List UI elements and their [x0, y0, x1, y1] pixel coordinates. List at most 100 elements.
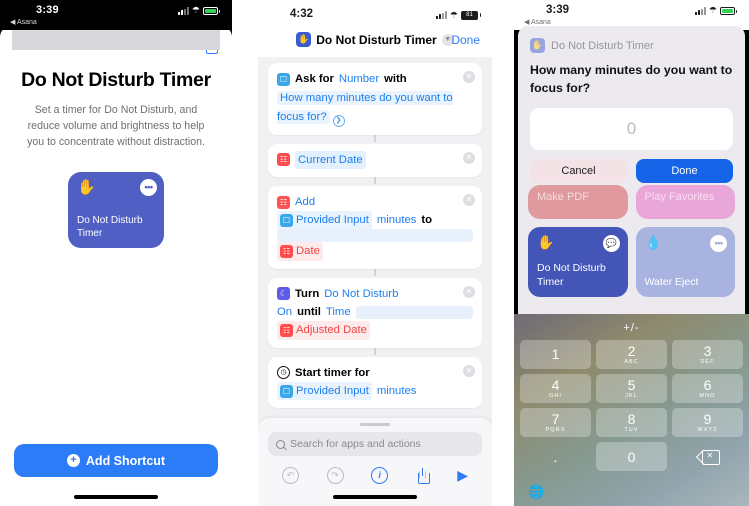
ask-input-icon: ☐ — [280, 213, 293, 227]
key-delete[interactable]: ✕ — [672, 442, 743, 471]
variable-label: Adjusted Date — [296, 324, 367, 337]
editor-title: Do Not Disturb Timer — [316, 32, 437, 47]
key-4[interactable]: 4 GHI — [520, 374, 591, 403]
key-5[interactable]: 5 JKL — [596, 374, 667, 403]
variable-adjusted-date[interactable]: ☷ Adjusted Date — [277, 321, 370, 340]
action-card-turn-do-not-disturb[interactable]: ✕ ☾ Turn Do Not Disturb On until Time ☷ … — [268, 277, 482, 348]
clock-icon: ◷ — [277, 366, 290, 380]
chevron-right-circle-icon[interactable]: ❯ — [332, 114, 345, 127]
key-7[interactable]: 7 PQRS — [520, 408, 591, 437]
key-decimal[interactable]: . — [520, 442, 591, 471]
ask-question-text: How many minutes do you want to focus fo… — [530, 63, 733, 95]
status-time: 3:39 — [546, 4, 570, 16]
shortcut-tile-label: Play Favorites — [644, 191, 715, 204]
action-keyword-add: Add — [295, 195, 316, 208]
variable-provided-input[interactable]: ☐ Provided Input — [277, 211, 372, 230]
action-connector — [374, 176, 376, 184]
numeric-keypad: +/- 1 2 ABC 3 DEF 4 GHI 5 JKL 6 MNO 7 PQ… — [514, 314, 749, 506]
remove-action-icon[interactable]: ✕ — [463, 285, 475, 298]
search-input[interactable]: Search for apps and actions — [268, 432, 482, 456]
sheet-grabber[interactable] — [360, 422, 390, 426]
action-card-start-timer[interactable]: ✕ ◷ Start timer for ☐ Provided Input min… — [268, 356, 482, 409]
key-0[interactable]: 0 — [596, 442, 667, 471]
variable-provided-input[interactable]: ☐ Provided Input — [277, 381, 372, 401]
share-icon[interactable] — [416, 467, 430, 484]
key-number: 6 — [703, 377, 712, 393]
shortcut-tile-play-favorites[interactable]: Play Favorites — [635, 185, 735, 220]
undo-button[interactable]: ↶ — [282, 467, 299, 484]
key-9[interactable]: 9 WXYZ — [672, 408, 743, 437]
status-bar: 3:39 ◀ Asana ☂ — [0, 0, 232, 30]
done-button[interactable]: Done — [451, 33, 480, 47]
wifi-icon: ☂ — [708, 5, 717, 15]
action-line-3: ☷ Adjusted Date — [277, 321, 473, 340]
key-letters: DEF — [700, 359, 715, 365]
status-back-app: ◀ Asana — [524, 19, 551, 26]
plus-minus-toggle[interactable]: +/- — [520, 317, 743, 340]
action-token-minutes[interactable]: minutes — [377, 211, 417, 229]
hand-raised-icon: ✋ — [530, 38, 545, 53]
shortcut-tile-water-eject[interactable]: 💧 ••• Water Eject — [635, 227, 735, 298]
action-token-minutes[interactable]: minutes — [377, 382, 417, 400]
battery-icon — [203, 6, 220, 15]
key-8[interactable]: 8 TUV — [596, 408, 667, 437]
action-token-on[interactable]: On — [277, 303, 292, 321]
key-number: 3 — [703, 343, 712, 359]
search-placeholder: Search for apps and actions — [290, 438, 421, 450]
speech-bubble-icon[interactable]: 💬 — [602, 235, 620, 253]
shortcut-tile-label: Do Not Disturb Timer — [77, 214, 143, 240]
remove-action-icon[interactable]: ✕ — [463, 364, 475, 377]
status-bar: 4:32 ☂ 81 — [258, 0, 492, 28]
water-drop-icon: 💧 — [644, 234, 662, 251]
remove-action-icon[interactable]: ✕ — [463, 193, 475, 206]
action-token-current-date[interactable]: Current Date — [295, 150, 366, 169]
action-token-type[interactable]: Number — [339, 70, 379, 88]
cancel-button[interactable]: Cancel — [530, 159, 627, 184]
shortcut-tile-container: ✋ ••• Do Not Disturb Timer — [0, 172, 232, 249]
action-keyword: Ask for — [295, 73, 334, 85]
redo-button[interactable]: ↷ — [326, 467, 344, 484]
done-button[interactable]: Done — [636, 159, 733, 184]
shortcut-name-label: Do Not Disturb Timer — [551, 39, 654, 52]
key-6[interactable]: 6 MNO — [672, 374, 743, 403]
action-card-add-to-date[interactable]: ✕ ☷ Add ☐ Provided Input minutes to ☷ Da… — [268, 185, 482, 269]
info-button[interactable]: i — [371, 467, 389, 484]
bottom-sheet: Search for apps and actions ↶ ↷ i ▶ — [258, 417, 492, 506]
shortcut-description: Set a timer for Do Not Disturb, and redu… — [27, 104, 205, 149]
shortcut-tile-do-not-disturb-timer[interactable]: ✋ ••• Do Not Disturb Timer — [68, 172, 164, 249]
shortcut-tile-do-not-disturb-timer[interactable]: ✋ 💬 Do Not Disturb Timer — [528, 227, 628, 298]
action-prompt-text[interactable]: How many minutes do you want to focus fo… — [277, 91, 453, 124]
more-options-icon[interactable]: ••• — [710, 235, 727, 253]
hand-raised-icon: ✋ — [77, 179, 96, 197]
run-button[interactable]: ▶ — [457, 467, 468, 484]
action-empty-field[interactable] — [277, 229, 473, 243]
remove-action-icon[interactable]: ✕ — [463, 71, 475, 83]
action-card-current-date[interactable]: ✕ ☷ Current Date — [268, 143, 482, 177]
phone-screen-ask-prompt: 3:39 ◀ Asana ☂ ✋ Do Not Disturb Timer Ho… — [514, 0, 749, 506]
globe-icon[interactable]: 🌐 — [520, 476, 743, 500]
key-letters: JKL — [625, 393, 638, 399]
action-card-ask-for-number[interactable]: ✕ ☐ Ask for Number with How many minutes… — [268, 63, 482, 135]
action-empty-field[interactable] — [355, 305, 473, 319]
key-number: 1 — [551, 346, 560, 362]
keypad-row: 4 GHI 5 JKL 6 MNO — [520, 374, 743, 403]
add-shortcut-button[interactable]: + Add Shortcut — [14, 444, 218, 477]
number-input-field[interactable]: 0 — [530, 108, 733, 151]
more-options-icon[interactable]: ••• — [140, 179, 157, 197]
key-3[interactable]: 3 DEF — [672, 340, 743, 369]
key-number: 0 — [627, 448, 636, 465]
key-1[interactable]: 1 — [520, 340, 591, 369]
action-line: ☷ Current Date — [277, 150, 473, 169]
shortcuts-grid: Make PDF Play Favorites ✋ 💬 Do Not Distu… — [514, 183, 749, 298]
shortcut-tile-label: Make PDF — [537, 191, 589, 204]
shortcut-tile-make-pdf[interactable]: Make PDF — [528, 185, 628, 220]
variable-label: Provided Input — [296, 214, 369, 227]
key-2[interactable]: 2 ABC — [596, 340, 667, 369]
phone-screen-shortcut-editor: 4:32 ☂ 81 ✋ Do Not Disturb Timer ▼ Done … — [258, 0, 492, 506]
action-token-do-not-disturb[interactable]: Do Not Disturb — [324, 285, 398, 303]
variable-date[interactable]: ☷ Date — [277, 242, 323, 261]
action-prompt-row: How many minutes do you want to focus fo… — [277, 89, 473, 127]
action-keyword-with: with — [384, 73, 407, 85]
remove-action-icon[interactable]: ✕ — [463, 151, 475, 164]
action-token-time[interactable]: Time — [326, 303, 351, 321]
